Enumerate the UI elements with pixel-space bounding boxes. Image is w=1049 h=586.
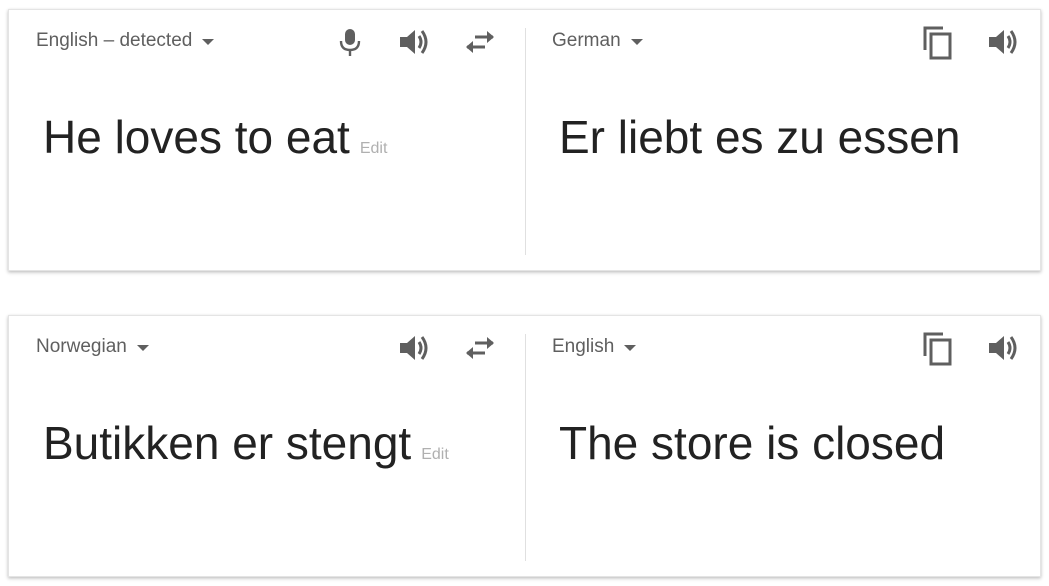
source-text-value: Butikken er stengt bbox=[43, 417, 412, 469]
chevron-down-icon bbox=[624, 345, 637, 351]
chevron-down-icon bbox=[136, 345, 149, 351]
source-text[interactable]: Butikken er stengt Edit bbox=[43, 416, 449, 470]
chevron-down-icon bbox=[202, 39, 215, 45]
target-language-label: English bbox=[552, 336, 615, 357]
speaker-icon[interactable] bbox=[985, 330, 1021, 366]
target-language-label: German bbox=[552, 30, 621, 51]
source-text[interactable]: He loves to eat Edit bbox=[43, 110, 387, 164]
microphone-icon[interactable] bbox=[332, 24, 368, 60]
swap-icon[interactable] bbox=[462, 24, 498, 60]
speaker-icon[interactable] bbox=[396, 330, 432, 366]
target-language-select[interactable]: English bbox=[552, 336, 637, 358]
copy-icon[interactable] bbox=[920, 330, 956, 366]
target-text: The store is closed bbox=[559, 417, 946, 469]
copy-icon[interactable] bbox=[920, 24, 956, 60]
source-text-value: He loves to eat bbox=[43, 111, 350, 163]
swap-icon[interactable] bbox=[462, 330, 498, 366]
target-pane: English The store is closed bbox=[525, 316, 1042, 576]
translation-card-1: English – detected He loves to eat Edit … bbox=[8, 9, 1041, 271]
translation-card-2: Norwegian Butikken er stengt Edit Englis… bbox=[8, 315, 1041, 577]
source-language-label: Norwegian bbox=[36, 336, 127, 357]
source-language-select[interactable]: Norwegian bbox=[36, 336, 149, 358]
speaker-icon[interactable] bbox=[985, 24, 1021, 60]
target-pane: German Er liebt es zu essen bbox=[525, 10, 1042, 270]
chevron-down-icon bbox=[630, 39, 643, 45]
source-language-label: English – detected bbox=[36, 30, 193, 51]
target-language-select[interactable]: German bbox=[552, 30, 643, 52]
edit-link[interactable]: Edit bbox=[421, 446, 449, 463]
source-language-select[interactable]: English – detected bbox=[36, 30, 215, 52]
speaker-icon[interactable] bbox=[396, 24, 432, 60]
target-text: Er liebt es zu essen bbox=[559, 111, 961, 163]
source-pane: Norwegian Butikken er stengt Edit bbox=[9, 316, 525, 576]
edit-link[interactable]: Edit bbox=[360, 140, 388, 157]
source-pane: English – detected He loves to eat Edit bbox=[9, 10, 525, 270]
